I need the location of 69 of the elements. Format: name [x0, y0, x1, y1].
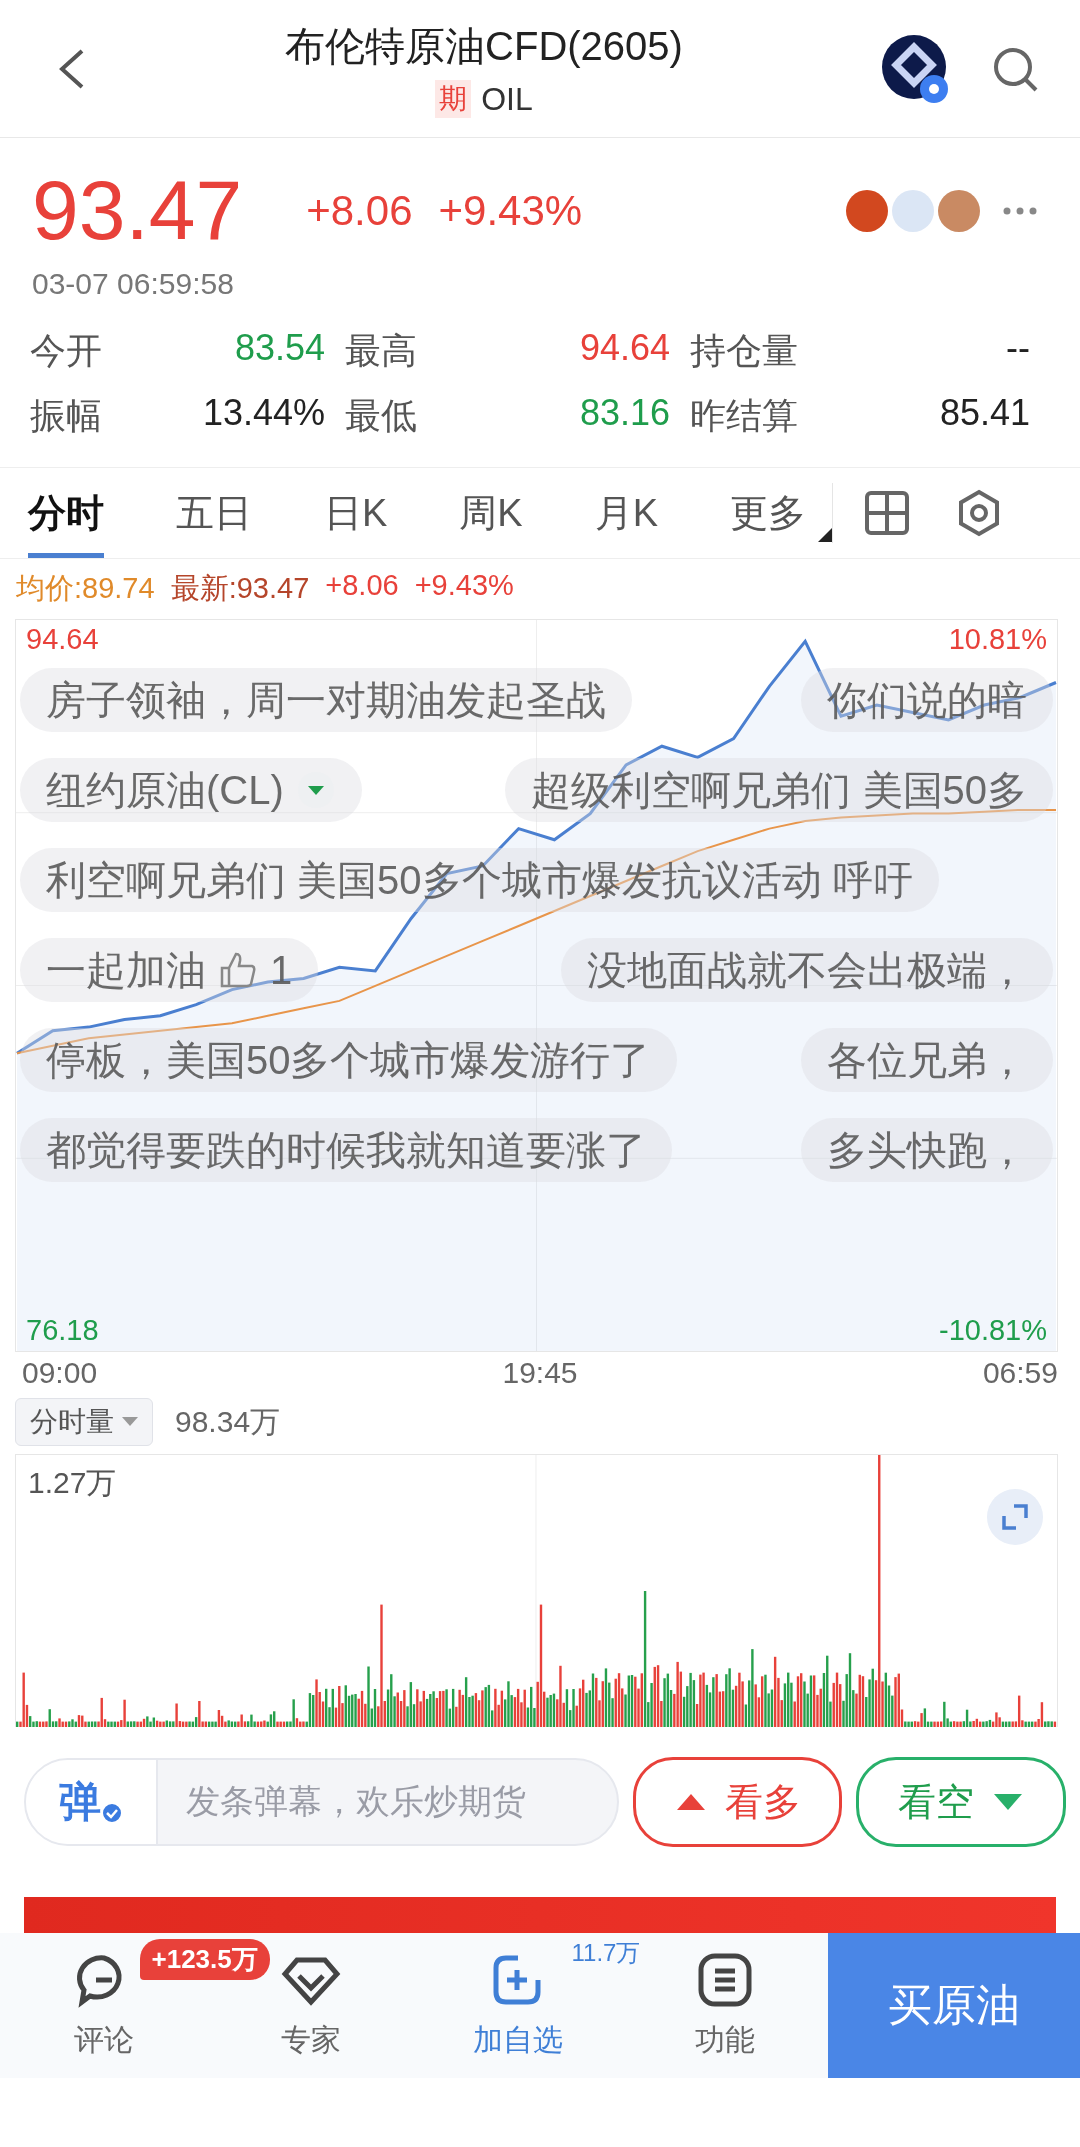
period-tab[interactable]: 更多 [730, 468, 807, 558]
comment-bubble: 房子领袖，周一对期油发起圣战 [20, 668, 632, 732]
comment-input[interactable]: 弹 发条弹幕，欢乐炒期货 [24, 1758, 619, 1846]
input-placeholder: 发条弹幕，欢乐炒期货 [185, 1781, 526, 1822]
symbol-code: OIL [481, 80, 533, 118]
corner-caret-icon [818, 528, 833, 542]
nav-item[interactable]: 专家 [276, 1950, 345, 2061]
axis-label: -10.81% [939, 1314, 1047, 1348]
last-price: 93.47 [32, 162, 243, 259]
period-tab[interactable]: 月K [594, 468, 659, 558]
caret-down-icon [992, 1792, 1025, 1812]
stat-value: 83.54 [233, 327, 326, 370]
stat-label: 振幅 [30, 394, 103, 438]
nav-item[interactable]: 功能 [690, 1950, 759, 2061]
comment-bubble: 停板，美国50多个城市爆发游行了 [20, 1028, 677, 1092]
stat-value: 85.41 [938, 392, 1031, 435]
danmaku-label: 弹 [59, 1777, 101, 1827]
check-icon [101, 1802, 123, 1824]
percent-change: +9.43% [438, 186, 583, 235]
volume-total: 98.34万 [175, 1403, 281, 1440]
avatar-icon[interactable] [938, 189, 980, 232]
stat-label: 最低 [345, 394, 418, 438]
comment-bubble: 各位兄弟， [801, 1028, 1053, 1092]
stat-value: -- [1005, 327, 1031, 370]
axis-label: 94.64 [26, 622, 99, 656]
stat-value: 13.44% [201, 392, 326, 435]
comment-bubble: 多头快跑， [801, 1118, 1053, 1182]
comment-bubble: 纽约原油(CL) [20, 758, 362, 822]
buy-button[interactable]: 买原油 [828, 1933, 1080, 2078]
stat-value: 94.64 [578, 327, 671, 370]
volume-selector[interactable]: 分时量 [15, 1398, 153, 1446]
axis-label: 76.18 [26, 1314, 99, 1348]
axis-label: 10.81% [948, 622, 1047, 656]
legend-text: +8.06 [325, 569, 399, 603]
nav-item[interactable]: 评论 [69, 1950, 138, 2061]
time-label: 19:45 [502, 1356, 578, 1390]
more-icon[interactable] [1002, 205, 1038, 216]
bearish-button[interactable]: 看空 [856, 1757, 1066, 1847]
comment-bubble: 没地面战就不会出极端， [561, 938, 1053, 1002]
follower-count: 11.7万 [571, 1938, 641, 1968]
comment-bubble: 都觉得要跌的时候我就知道要涨了 [20, 1118, 672, 1182]
period-tab[interactable]: 周K [459, 468, 523, 558]
grid-icon[interactable] [863, 489, 912, 537]
nav-item[interactable]: 加自选 [468, 1950, 567, 2061]
futures-badge: 期 [435, 80, 472, 118]
thumbs-up-icon[interactable] [218, 950, 258, 990]
caret-icon [122, 1417, 138, 1427]
stat-label: 最高 [345, 329, 418, 373]
stat-label: 持仓量 [690, 329, 799, 373]
stat-value: 83.16 [578, 392, 671, 435]
avatar-icon[interactable] [846, 189, 888, 232]
count-badge: +123.5万 [139, 1939, 270, 1980]
axis-label: 1.27万 [28, 1465, 117, 1501]
expand-icon[interactable] [987, 1489, 1043, 1545]
time-label: 06:59 [982, 1356, 1058, 1390]
period-tab[interactable]: 五日 [176, 468, 252, 558]
bullish-button[interactable]: 看多 [632, 1757, 843, 1847]
legend-text: +9.43% [414, 569, 514, 603]
caret-up-icon [674, 1792, 707, 1812]
legend-text: 最新:93.47 [170, 571, 310, 606]
legend-text: 均价:89.74 [16, 571, 155, 606]
period-tab[interactable]: 分时 [28, 468, 104, 558]
stat-label: 今开 [30, 329, 103, 373]
quote-time: 03-07 06:59:58 [32, 267, 235, 301]
page-title: 布伦特原油CFD(2605) [285, 23, 683, 70]
stat-label: 昨结算 [690, 394, 799, 438]
period-tab[interactable]: 日K [324, 468, 388, 558]
price-change: +8.06 [306, 186, 413, 235]
time-label: 09:00 [22, 1356, 98, 1390]
